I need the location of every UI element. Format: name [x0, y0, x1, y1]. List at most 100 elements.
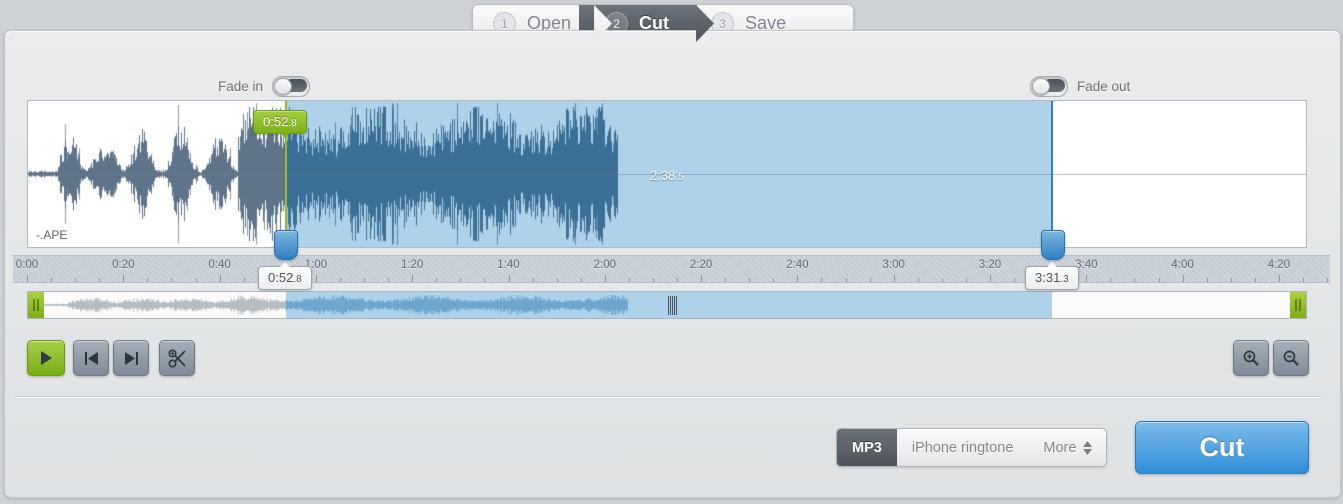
- ruler-tick-label: 0:40: [208, 259, 231, 271]
- format-option-mp3[interactable]: MP3: [837, 429, 897, 466]
- ruler-tick-mark: [1206, 278, 1208, 282]
- ruler-tick-mark: [1230, 278, 1232, 282]
- fade-out-control: Fade out: [1030, 76, 1130, 97]
- overview-playhead[interactable]: [668, 296, 677, 315]
- ruler-tick-mark: [339, 278, 341, 282]
- ruler-tick-mark: [315, 275, 317, 282]
- cut-button[interactable]: Cut: [1135, 421, 1309, 474]
- play-icon: [41, 351, 52, 365]
- format-option-iphone-ringtone[interactable]: iPhone ringtone: [897, 429, 1029, 466]
- ruler-tick-mark: [1278, 275, 1280, 282]
- zoom-in-icon: [1243, 350, 1259, 366]
- zoom-in-button[interactable]: [1233, 340, 1269, 376]
- selection-end-line[interactable]: [1051, 101, 1053, 247]
- ruler-tick-mark: [580, 278, 582, 282]
- zoom-out-icon: [1283, 350, 1299, 366]
- skip-end-icon: [124, 351, 138, 365]
- fade-in-label: Fade in: [218, 79, 264, 94]
- panel-divider: [14, 396, 1321, 398]
- selection-start-handle[interactable]: [274, 230, 298, 260]
- ruler-tick-mark: [508, 275, 510, 282]
- fade-in-toggle[interactable]: [272, 76, 311, 97]
- ruler-tick-mark: [917, 278, 919, 282]
- ruler-tick-mark: [219, 275, 221, 282]
- ruler-tick-mark: [893, 275, 895, 282]
- ruler-tick-mark: [484, 278, 486, 282]
- ruler-tick-mark: [412, 275, 414, 282]
- ruler-tick-mark: [1086, 275, 1088, 282]
- ruler-tick-mark: [604, 275, 606, 282]
- ruler-tick-mark: [99, 278, 101, 282]
- selection-start-badge: 0:52.8: [253, 110, 307, 138]
- ruler-tick-label: 4:00: [1171, 259, 1194, 271]
- ruler-tick-label: 3:20: [978, 259, 1002, 271]
- file-format-label: -.APE: [36, 228, 68, 242]
- ruler-tick-mark: [123, 275, 125, 282]
- ruler-tick-mark: [1302, 278, 1304, 282]
- ruler-tick-mark: [990, 275, 991, 282]
- format-option-more[interactable]: More: [1028, 429, 1106, 466]
- ruler-tick-label: 0:20: [112, 259, 135, 271]
- overview-left-grip[interactable]: [28, 292, 44, 318]
- overview-right-grip[interactable]: [1290, 292, 1306, 318]
- ruler-tick-mark: [195, 278, 197, 282]
- ruler-tick-mark: [51, 278, 53, 282]
- play-button[interactable]: [27, 340, 65, 376]
- ruler-tick-mark: [773, 278, 775, 282]
- ruler-tick-mark: [628, 278, 630, 282]
- fade-out-toggle[interactable]: [1030, 76, 1068, 97]
- ruler-tick-mark: [677, 278, 679, 282]
- timeline-ruler[interactable]: 0:00 0:20 0:40 1:00 1:20 1:40 2:00 2:20 2:40 3:00…: [13, 255, 1330, 283]
- skip-start-icon: [84, 351, 98, 365]
- overview-waveform-canvas: [28, 292, 1306, 318]
- ruler-tick-mark: [869, 278, 871, 282]
- ruler-tick-mark: [845, 278, 847, 282]
- fade-out-label: Fade out: [1077, 79, 1131, 94]
- ruler-tick-mark: [556, 278, 558, 282]
- selection-duration-label: 2:38.5: [650, 168, 684, 183]
- ruler-tick-mark: [364, 278, 366, 282]
- fade-in-control: Fade in: [218, 76, 311, 97]
- ruler-tick-mark: [436, 278, 438, 282]
- format-more-label: More: [1043, 439, 1077, 456]
- output-format-selector[interactable]: MP3 iPhone ringtone More: [836, 428, 1108, 467]
- ruler-tick-mark: [965, 278, 967, 282]
- ruler-tick-mark: [821, 278, 823, 282]
- ruler-tick-label: 4:20: [1267, 259, 1291, 271]
- selection-end-handle[interactable]: [1041, 230, 1065, 260]
- chevron-updown-icon: [1083, 440, 1093, 455]
- ruler-tick-mark: [460, 278, 462, 282]
- ruler-tick-mark: [388, 278, 390, 282]
- selection-start-tooltip: 0:52.8: [258, 262, 312, 290]
- ruler-tick-mark: [1110, 278, 1112, 282]
- ruler-tick-label: 1:20: [400, 259, 424, 271]
- ruler-tick-mark: [1182, 275, 1184, 282]
- ruler-tick-mark: [749, 278, 751, 282]
- fade-out-toggle-knob: [1032, 78, 1050, 95]
- ruler-tick-mark: [532, 278, 534, 282]
- ruler-tick-mark: [652, 278, 654, 282]
- overview-strip[interactable]: [27, 291, 1307, 319]
- skip-to-start-button[interactable]: [73, 340, 109, 376]
- ruler-tick-mark: [1254, 278, 1256, 282]
- ruler-tick-mark: [1327, 278, 1329, 282]
- ruler-tick-mark: [75, 278, 77, 282]
- ruler-tick-mark: [1014, 278, 1016, 282]
- ruler-tick-label: 0:00: [15, 259, 39, 271]
- ruler-tick-mark: [171, 278, 173, 282]
- ruler-tick-label: 3:00: [882, 259, 905, 271]
- scissors-icon: [167, 348, 186, 368]
- ruler-tick-mark: [941, 278, 943, 282]
- skip-to-end-button[interactable]: [113, 340, 149, 376]
- ruler-tick-mark: [725, 278, 727, 282]
- ruler-tick-label: 2:00: [593, 259, 616, 271]
- fade-in-toggle-knob: [274, 78, 293, 95]
- ruler-tick-mark: [701, 275, 703, 282]
- ruler-tick-mark: [1134, 278, 1136, 282]
- zoom-out-button[interactable]: [1273, 340, 1309, 376]
- cut-tool-button[interactable]: [159, 340, 195, 376]
- ruler-tick-mark: [797, 275, 799, 282]
- selection-end-tooltip: 3:31.3: [1025, 262, 1079, 290]
- ruler-tick-mark: [243, 278, 245, 282]
- ruler-tick-mark: [147, 278, 149, 282]
